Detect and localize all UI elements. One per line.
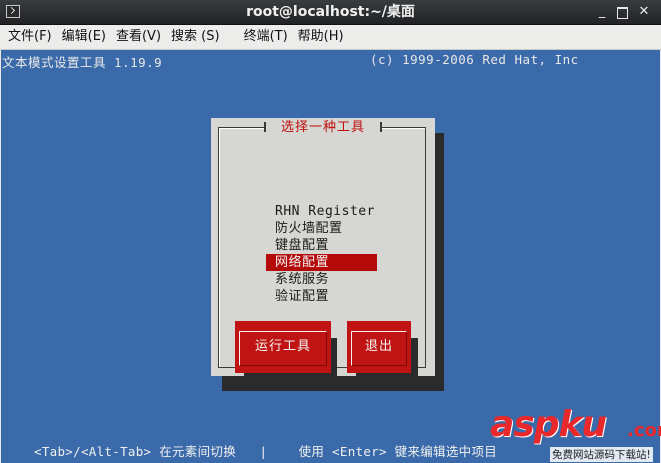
watermark-brand: aspku (490, 404, 607, 445)
window-titlebar[interactable]: root@localhost:~/桌面 _ ✕ (0, 0, 661, 25)
run-tool-button[interactable]: 运行工具 (235, 321, 331, 373)
watermark: aspku .com 免费网站源码下载站! (490, 404, 661, 463)
run-tool-label: 运行工具 (239, 331, 327, 366)
dialog-title: 选择一种工具 (264, 119, 382, 137)
quit-button[interactable]: 退出 (347, 321, 411, 373)
tool-item-firewall[interactable]: 防火墙配置 (266, 220, 381, 237)
menubar: 文件(F) 编辑(E) 查看(V) 搜索 (S) 终端(T) 帮助(H) (0, 25, 661, 50)
terminal-area[interactable]: 文本模式设置工具 1.19.9 (c) 1999-2006 Red Hat, I… (1, 50, 660, 463)
quit-label: 退出 (351, 331, 407, 366)
copyright-text: (c) 1999-2006 Red Hat, Inc (370, 52, 579, 67)
window-title: root@localhost:~/桌面 (246, 4, 415, 20)
menu-edit[interactable]: 编辑(E) (54, 26, 106, 48)
maximize-button[interactable] (614, 4, 630, 20)
menu-view[interactable]: 查看(V) (108, 26, 161, 48)
choose-tool-dialog: 选择一种工具 RHN Register 防火墙配置 键盘配置 网络配置 系统服务… (211, 118, 435, 387)
tool-item-authentication[interactable]: 验证配置 (266, 288, 381, 305)
tool-item-network[interactable]: 网络配置 (266, 254, 377, 271)
watermark-tld: .com (627, 420, 661, 441)
tool-item-keyboard[interactable]: 键盘配置 (266, 237, 381, 254)
menu-file[interactable]: 文件(F) (0, 26, 52, 48)
minimize-button[interactable]: _ (594, 4, 610, 20)
close-button[interactable]: ✕ (636, 4, 652, 20)
watermark-tagline: 免费网站源码下载站! (550, 447, 653, 462)
maximize-icon (616, 7, 628, 19)
menu-search[interactable]: 搜索 (S) (163, 26, 220, 48)
menu-terminal[interactable]: 终端(T) (236, 26, 288, 48)
tool-list[interactable]: RHN Register 防火墙配置 键盘配置 网络配置 系统服务 验证配置 (266, 203, 381, 305)
keyboard-hint-text: <Tab>/<Alt-Tab> 在元素间切换 | 使用 <Enter> 键来编辑… (34, 444, 498, 459)
menu-help[interactable]: 帮助(H) (290, 26, 344, 48)
tool-version-text: 文本模式设置工具 1.19.9 (2, 55, 163, 70)
tool-item-services[interactable]: 系统服务 (266, 271, 381, 288)
tool-item-rhn-register[interactable]: RHN Register (266, 203, 381, 220)
